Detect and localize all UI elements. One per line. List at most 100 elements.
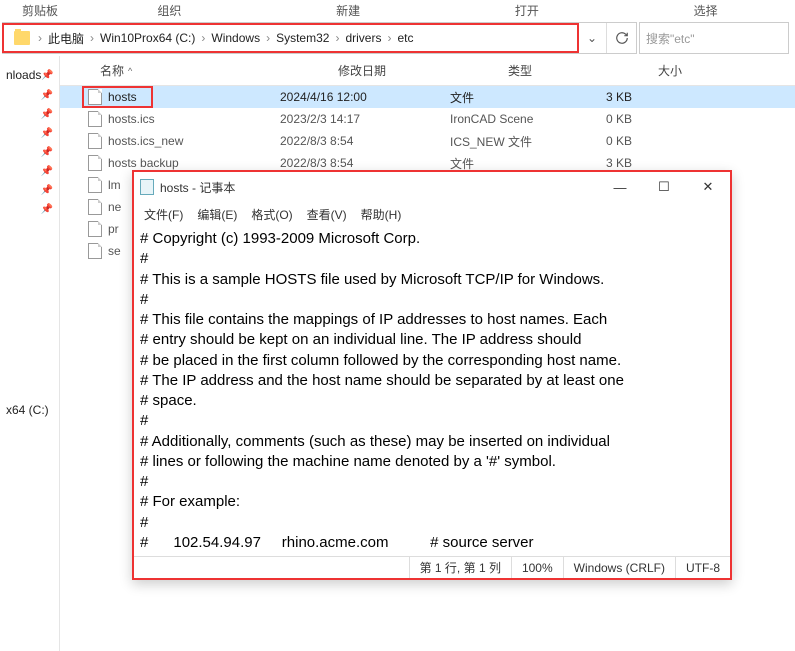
file-name: lm bbox=[108, 178, 121, 192]
nav-item[interactable]: 📌 bbox=[0, 162, 59, 181]
file-date: 2022/8/3 8:54 bbox=[280, 156, 450, 170]
column-headers[interactable]: 名称^ 修改日期 类型 大小 bbox=[60, 56, 795, 86]
file-icon bbox=[88, 199, 102, 215]
file-row[interactable]: hosts.ics 2023/2/3 14:17IronCAD Scene0 KB bbox=[60, 108, 795, 130]
file-row[interactable]: hosts 2024/4/16 12:00文件3 KB bbox=[60, 86, 795, 108]
breadcrumb-part[interactable]: Windows bbox=[207, 31, 264, 45]
ribbon-section-select: 选择 bbox=[616, 2, 795, 19]
ribbon-section-clipboard: 剪贴板 bbox=[0, 2, 80, 19]
pin-icon: 📌 bbox=[41, 185, 53, 196]
folder-icon bbox=[14, 31, 30, 45]
pin-icon: 📌 bbox=[41, 204, 53, 215]
file-name: se bbox=[108, 244, 121, 258]
column-name[interactable]: 名称^ bbox=[60, 56, 330, 85]
close-button[interactable]: ✕ bbox=[686, 172, 730, 202]
file-size: 3 KB bbox=[570, 156, 640, 170]
search-placeholder: 搜索"etc" bbox=[646, 30, 695, 47]
chevron-right-icon[interactable]: › bbox=[36, 31, 44, 45]
column-type[interactable]: 类型 bbox=[500, 56, 620, 85]
nav-item[interactable]: nloads📌 bbox=[0, 64, 59, 86]
pin-icon: 📌 bbox=[41, 147, 53, 158]
notepad-title: hosts - 记事本 bbox=[160, 179, 598, 196]
file-date: 2022/8/3 8:54 bbox=[280, 134, 450, 148]
search-input[interactable]: 搜索"etc" bbox=[639, 22, 789, 54]
chevron-right-icon[interactable]: › bbox=[333, 31, 341, 45]
nav-item[interactable]: 📌 bbox=[0, 105, 59, 124]
breadcrumb-part[interactable]: etc bbox=[393, 31, 417, 45]
chevron-right-icon[interactable]: › bbox=[385, 31, 393, 45]
file-icon bbox=[88, 89, 102, 105]
file-name: hosts.ics_new bbox=[108, 134, 183, 148]
file-size: 0 KB bbox=[570, 112, 640, 126]
sort-indicator-icon: ^ bbox=[128, 66, 132, 76]
pin-icon: 📌 bbox=[41, 70, 53, 81]
status-position: 第 1 行, 第 1 列 bbox=[409, 557, 511, 578]
ribbon-section-new: 新建 bbox=[259, 2, 438, 19]
menu-file[interactable]: 文件(F) bbox=[138, 204, 189, 225]
address-bar[interactable]: › 此电脑 › Win10Prox64 (C:) › Windows › Sys… bbox=[2, 22, 637, 54]
nav-item[interactable]: 📌 bbox=[0, 124, 59, 143]
breadcrumb-part[interactable]: System32 bbox=[272, 31, 333, 45]
file-icon bbox=[88, 221, 102, 237]
notepad-window[interactable]: hosts - 记事本 — ☐ ✕ 文件(F) 编辑(E) 格式(O) 查看(V… bbox=[132, 170, 732, 580]
file-icon bbox=[88, 111, 102, 127]
ribbon-section-open: 打开 bbox=[438, 2, 617, 19]
chevron-right-icon[interactable]: › bbox=[264, 31, 272, 45]
file-name: pr bbox=[108, 222, 119, 236]
column-date[interactable]: 修改日期 bbox=[330, 56, 500, 85]
file-date: 2023/2/3 14:17 bbox=[280, 112, 450, 126]
maximize-button[interactable]: ☐ bbox=[642, 172, 686, 202]
refresh-icon bbox=[615, 31, 629, 45]
file-row[interactable]: hosts.ics_new 2022/8/3 8:54ICS_NEW 文件0 KB bbox=[60, 130, 795, 152]
pin-icon: 📌 bbox=[41, 90, 53, 101]
status-encoding: UTF-8 bbox=[675, 557, 730, 578]
menu-help[interactable]: 帮助(H) bbox=[355, 204, 408, 225]
file-type: 文件 bbox=[450, 89, 570, 106]
status-zoom: 100% bbox=[511, 557, 563, 578]
menu-view[interactable]: 查看(V) bbox=[301, 204, 353, 225]
file-icon bbox=[88, 133, 102, 149]
file-size: 0 KB bbox=[570, 134, 640, 148]
file-name: hosts backup bbox=[108, 156, 179, 170]
file-name: ne bbox=[108, 200, 121, 214]
file-icon bbox=[88, 243, 102, 259]
menu-edit[interactable]: 编辑(E) bbox=[191, 204, 243, 225]
notepad-statusbar: 第 1 行, 第 1 列 100% Windows (CRLF) UTF-8 bbox=[134, 556, 730, 578]
breadcrumb-part[interactable]: 此电脑 bbox=[44, 30, 88, 47]
breadcrumb-part[interactable]: drivers bbox=[341, 31, 385, 45]
ribbon-section-organize: 组织 bbox=[80, 2, 259, 19]
file-type: IronCAD Scene bbox=[450, 112, 570, 126]
nav-drive[interactable]: x64 (C:) bbox=[0, 399, 59, 421]
file-name: hosts.ics bbox=[108, 112, 155, 126]
notepad-titlebar[interactable]: hosts - 记事本 — ☐ ✕ bbox=[134, 172, 730, 202]
chevron-right-icon[interactable]: › bbox=[199, 31, 207, 45]
notepad-textarea[interactable]: # Copyright (c) 1993-2009 Microsoft Corp… bbox=[134, 227, 730, 556]
notepad-icon bbox=[140, 179, 154, 195]
breadcrumb[interactable]: › 此电脑 › Win10Prox64 (C:) › Windows › Sys… bbox=[2, 23, 579, 53]
file-icon bbox=[88, 177, 102, 193]
pin-icon: 📌 bbox=[41, 166, 53, 177]
refresh-button[interactable] bbox=[606, 23, 636, 53]
file-type: 文件 bbox=[450, 155, 570, 172]
file-size: 3 KB bbox=[570, 90, 640, 104]
menu-format[interactable]: 格式(O) bbox=[245, 204, 298, 225]
ribbon-tabs: 剪贴板 组织 新建 打开 选择 bbox=[0, 0, 795, 20]
pin-icon: 📌 bbox=[41, 109, 53, 120]
status-eol: Windows (CRLF) bbox=[563, 557, 675, 578]
file-date: 2024/4/16 12:00 bbox=[280, 90, 450, 104]
nav-item[interactable]: 📌 bbox=[0, 181, 59, 200]
navigation-pane[interactable]: nloads📌 📌 📌 📌 📌 📌 📌 📌 x64 (C:) bbox=[0, 56, 60, 651]
chevron-right-icon[interactable]: › bbox=[88, 31, 96, 45]
highlight-box: hosts bbox=[82, 86, 153, 108]
pin-icon: 📌 bbox=[41, 128, 53, 139]
nav-item[interactable]: 📌 bbox=[0, 143, 59, 162]
column-size[interactable]: 大小 bbox=[620, 56, 690, 85]
minimize-button[interactable]: — bbox=[598, 172, 642, 202]
file-type: ICS_NEW 文件 bbox=[450, 133, 570, 150]
breadcrumb-part[interactable]: Win10Prox64 (C:) bbox=[96, 31, 199, 45]
notepad-menubar[interactable]: 文件(F) 编辑(E) 格式(O) 查看(V) 帮助(H) bbox=[134, 202, 730, 227]
address-dropdown[interactable]: ⌄ bbox=[578, 31, 606, 45]
file-name: hosts bbox=[108, 90, 137, 104]
nav-item[interactable]: 📌 bbox=[0, 86, 59, 105]
nav-item[interactable]: 📌 bbox=[0, 200, 59, 219]
